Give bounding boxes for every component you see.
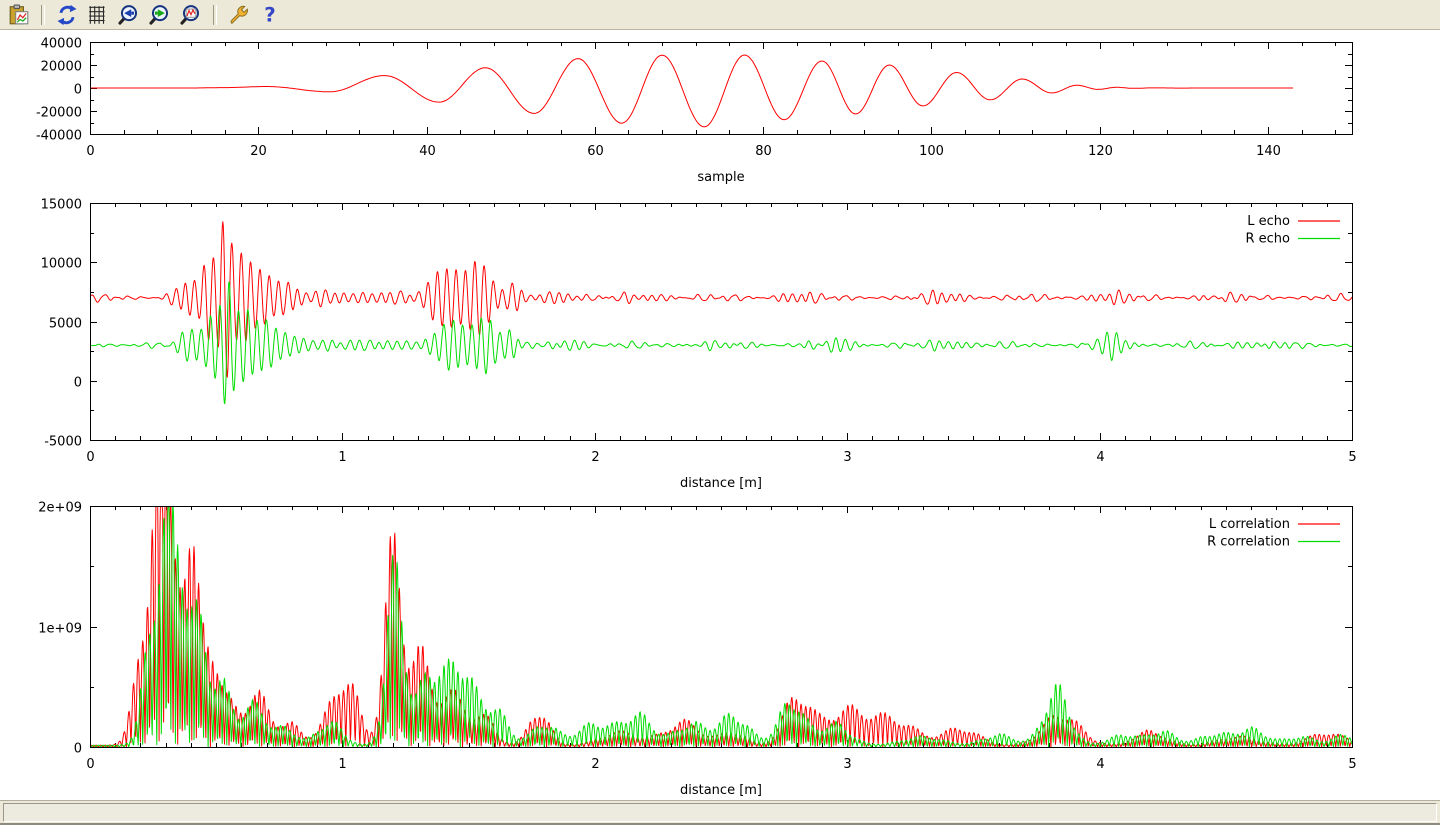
- zoom-autoscale-button[interactable]: [178, 2, 204, 28]
- magnifier-left-arrow-icon: [118, 4, 140, 26]
- y-tick-label: 0: [74, 376, 82, 391]
- plot-canvas[interactable]: 020406080100120140-40000-200000200004000…: [0, 31, 1440, 800]
- magnifier-plot-icon: [180, 4, 202, 26]
- x-tick-label: 4: [1096, 757, 1104, 772]
- x-axis-label: distance [m]: [680, 783, 762, 798]
- toggle-grid-button[interactable]: [85, 2, 111, 28]
- status-message: [3, 803, 1437, 822]
- plot-frame: [91, 204, 1353, 441]
- clipboard-chart-icon: [8, 4, 30, 26]
- y-tick-label: 20000: [41, 60, 82, 75]
- question-mark-icon: ?: [259, 4, 281, 26]
- grid-icon: [87, 4, 109, 26]
- echo-plot: 0 1 2 3 4 5 -5000 0 5000 10000 15000 distance [m] L …: [41, 198, 1357, 492]
- x-tick-label: 5: [1348, 757, 1356, 772]
- svg-text:?: ?: [264, 4, 275, 26]
- legend-label: R correlation: [1207, 535, 1290, 550]
- x-tick-label: 80: [755, 144, 772, 159]
- legend-label: L correlation: [1209, 517, 1290, 532]
- y-tick-label: 5000: [49, 317, 82, 332]
- y-tick-label: 0: [74, 83, 82, 98]
- x-tick-label: 4: [1096, 450, 1104, 465]
- x-tick-label: 0: [86, 450, 94, 465]
- y-tick-label: 15000: [41, 198, 82, 213]
- x-tick-label: 0: [86, 144, 94, 159]
- charts-svg: 020406080100120140-40000-200000200004000…: [0, 31, 1440, 800]
- gnuplot-window: ? 020406080100120140-40000-2000002000040…: [0, 0, 1440, 825]
- x-axis-label: distance [m]: [680, 476, 762, 491]
- x-tick-label: 0: [86, 757, 94, 772]
- y-tick-label: 40000: [41, 37, 82, 52]
- correlation-plot: 0 1 2 3 4 5 0 1e+09 2e+09 distance [m] L correlati…: [38, 501, 1356, 799]
- x-tick-label: 3: [843, 450, 851, 465]
- x-tick-label: 2: [591, 757, 599, 772]
- y-tick-label: -40000: [36, 129, 82, 144]
- x-tick-label: 20: [250, 144, 267, 159]
- legend-label: L echo: [1247, 214, 1290, 229]
- refresh-icon: [56, 4, 78, 26]
- legend-label: R echo: [1245, 232, 1290, 247]
- x-tick-label: 2: [591, 450, 599, 465]
- series-R echo: [90, 282, 1352, 404]
- wrench-icon: [228, 4, 250, 26]
- x-tick-label: 3: [843, 757, 851, 772]
- help-button[interactable]: ?: [257, 2, 283, 28]
- y-tick-label: 10000: [41, 257, 82, 272]
- plot-frame: [91, 507, 1353, 748]
- x-tick-label: 100: [919, 144, 944, 159]
- zoom-next-button[interactable]: [147, 2, 173, 28]
- toolbar-separator: [41, 5, 45, 25]
- x-tick-label: 5: [1348, 450, 1356, 465]
- series-L correlation: [90, 506, 1352, 747]
- replot-button[interactable]: [54, 2, 80, 28]
- x-tick-label: 1: [338, 450, 346, 465]
- y-tick-label: 1e+09: [38, 622, 82, 637]
- plot-frame: [91, 43, 1353, 135]
- toolbar-separator: [213, 5, 217, 25]
- toolbar: ?: [0, 0, 1440, 30]
- y-tick-label: 0: [74, 742, 82, 757]
- status-bar: [0, 800, 1440, 825]
- series-signal-plot: [90, 55, 1293, 127]
- x-tick-label: 120: [1088, 144, 1113, 159]
- signal-plot: 0 20 40 60 80 100 120 140 -40000 -20000 0 20000 4000…: [36, 37, 1353, 186]
- configure-button[interactable]: [226, 2, 252, 28]
- magnifier-right-arrow-icon: [149, 4, 171, 26]
- x-tick-label: 40: [419, 144, 436, 159]
- series-R correlation: [90, 506, 1352, 747]
- zoom-previous-button[interactable]: [116, 2, 142, 28]
- x-tick-label: 60: [587, 144, 604, 159]
- x-tick-label: 1: [338, 757, 346, 772]
- x-axis-label: sample: [697, 170, 744, 185]
- y-tick-label: 2e+09: [38, 501, 82, 516]
- copy-to-clipboard-button[interactable]: [6, 2, 32, 28]
- y-tick-label: -5000: [44, 435, 82, 450]
- x-tick-label: 140: [1256, 144, 1281, 159]
- y-tick-label: -20000: [36, 106, 82, 121]
